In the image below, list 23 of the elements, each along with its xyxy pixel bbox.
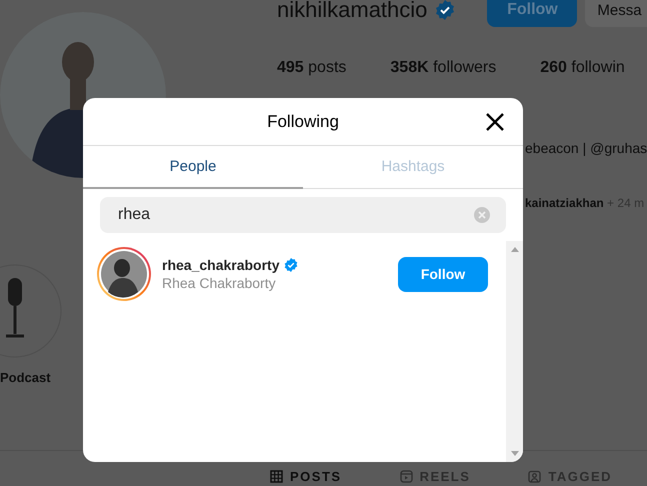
user-avatar[interactable] — [96, 246, 152, 302]
scroll-down-icon[interactable] — [510, 451, 518, 456]
search-field[interactable]: rhea — [100, 197, 506, 233]
scroll-up-icon[interactable] — [510, 247, 518, 252]
reels-icon — [400, 470, 413, 483]
follow-button[interactable]: Follow — [398, 256, 488, 292]
message-button[interactable]: Messa — [585, 0, 647, 27]
result-full-name: Rhea Chakraborty — [162, 275, 277, 291]
profile-stat[interactable]: 260 followin — [540, 59, 625, 77]
tagged-icon — [528, 470, 542, 483]
profile-stat[interactable]: 495 posts — [277, 59, 346, 77]
follow-button[interactable]: Follow — [487, 0, 578, 27]
profile-username: nikhilkamathcio — [277, 0, 428, 23]
result-username[interactable]: rhea_chakraborty — [162, 257, 280, 273]
scrollbar[interactable] — [506, 241, 523, 462]
profile-stat[interactable]: 358K followers — [390, 59, 496, 77]
dialog-tab[interactable]: People — [83, 146, 303, 189]
clear-icon[interactable] — [474, 207, 490, 223]
dialog-tab[interactable]: Hashtags — [303, 146, 523, 189]
grid-icon — [270, 470, 283, 483]
profile-tab[interactable]: POSTS — [270, 469, 342, 484]
profile-bio: ebeacon | @gruhas — [524, 140, 647, 156]
dialog-title: Following — [267, 112, 339, 132]
